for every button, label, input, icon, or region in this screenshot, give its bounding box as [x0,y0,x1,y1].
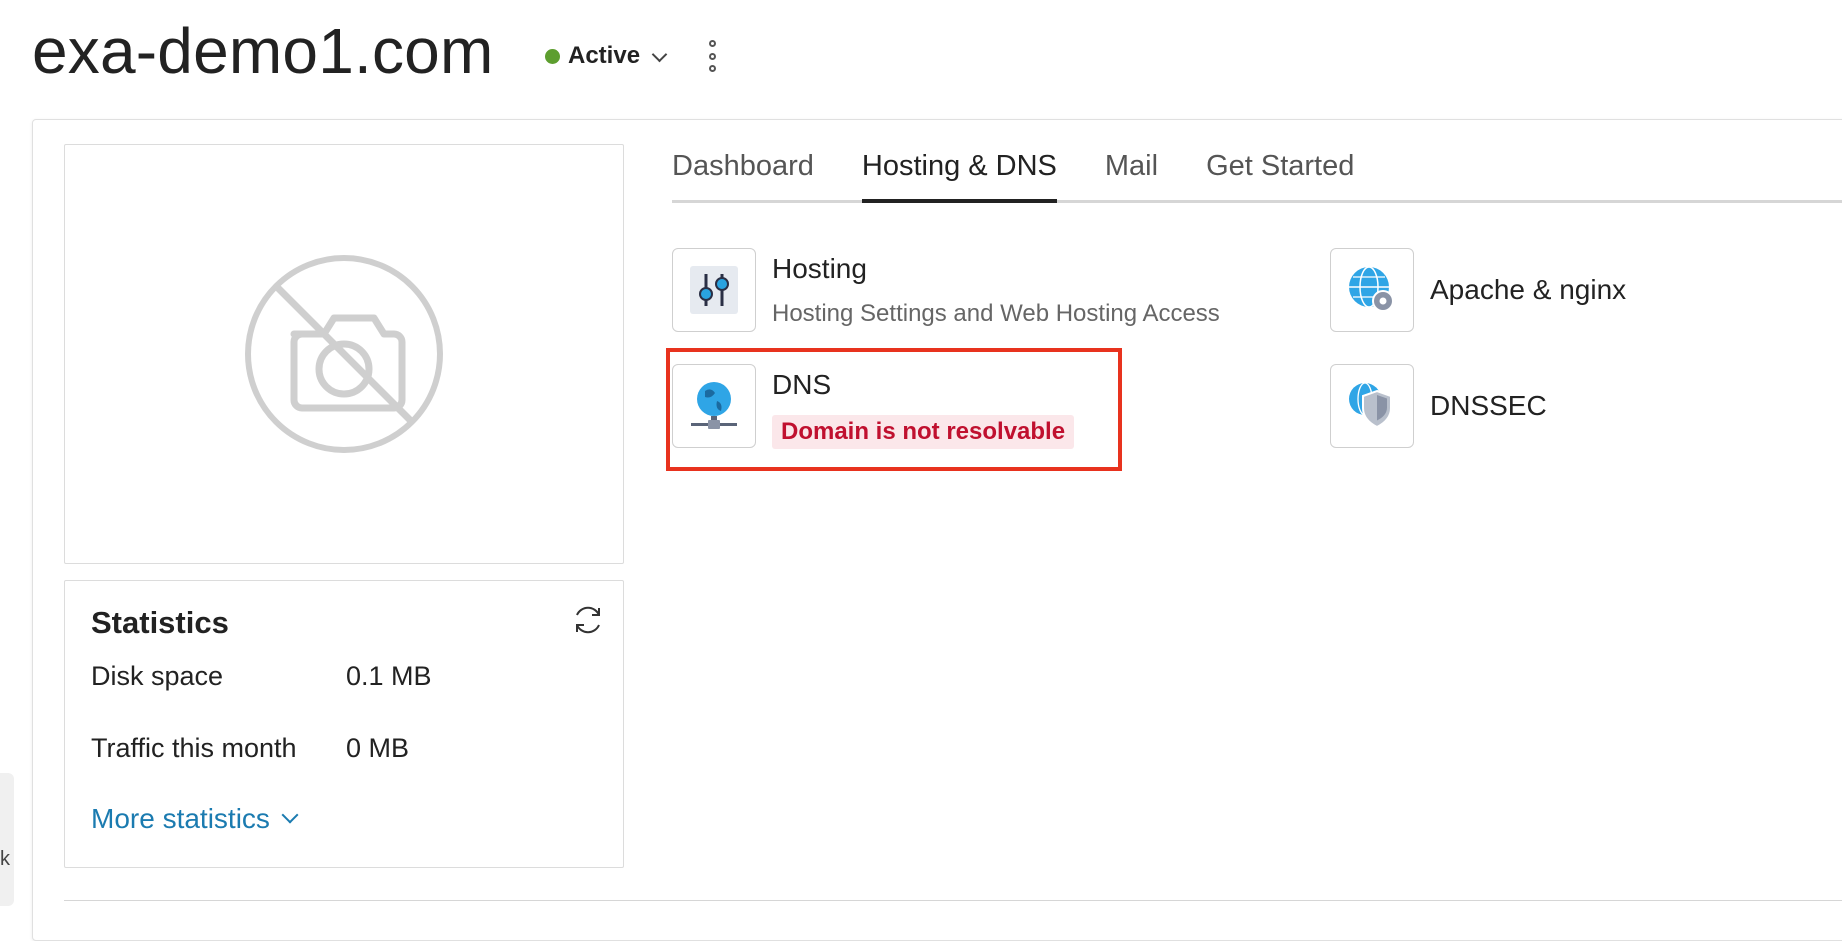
tab-bar: Dashboard Hosting & DNS Mail Get Started [672,150,1842,203]
stat-label-traffic: Traffic this month [91,733,297,763]
statistics-title: Statistics [91,605,229,640]
status-label: Active [568,42,641,69]
globe-shield-icon [1349,382,1392,429]
stat-label-disk: Disk space [91,661,224,691]
more-statistics-link[interactable]: More statistics [91,803,299,835]
no-screenshot-icon [245,255,443,453]
hosting-title[interactable]: Hosting [772,253,867,285]
stat-value-disk: 0.1 MB [346,661,432,691]
dnssec-title[interactable]: DNSSEC [1430,390,1547,422]
globe-gear-icon [1349,266,1394,312]
tab-hosting-dns[interactable]: Hosting & DNS [861,150,1057,203]
more-statistics-label: More statistics [91,803,270,834]
sidebar-handle-glyph: k [0,848,10,870]
stat-value-traffic: 0 MB [346,733,410,763]
tab-get-started[interactable]: Get Started [1206,150,1354,200]
tab-mail[interactable]: Mail [1105,150,1158,200]
more-actions-icon[interactable] [700,40,724,72]
dns-highlight-box [666,348,1122,471]
sliders-icon [690,266,738,314]
sidebar-collapse-handle[interactable] [0,773,14,906]
refresh-icon[interactable] [571,603,605,637]
dnssec-tile-icon[interactable] [1330,364,1414,448]
status-dropdown[interactable]: Active [545,42,668,70]
hosting-tile-icon[interactable] [672,248,756,332]
apache-tile-icon[interactable] [1330,248,1414,332]
domain-title: exa-demo1.com [32,15,494,87]
chevron-down-icon [281,806,299,824]
tab-dashboard[interactable]: Dashboard [672,150,814,200]
chevron-down-icon [651,46,668,62]
apache-title[interactable]: Apache & nginx [1430,274,1626,306]
statistics-panel: Statistics Disk space 0.1 MB Traffic thi… [64,580,624,868]
divider [64,900,1842,901]
status-dot-icon [545,48,560,64]
hosting-description: Hosting Settings and Web Hosting Access [772,300,1220,327]
